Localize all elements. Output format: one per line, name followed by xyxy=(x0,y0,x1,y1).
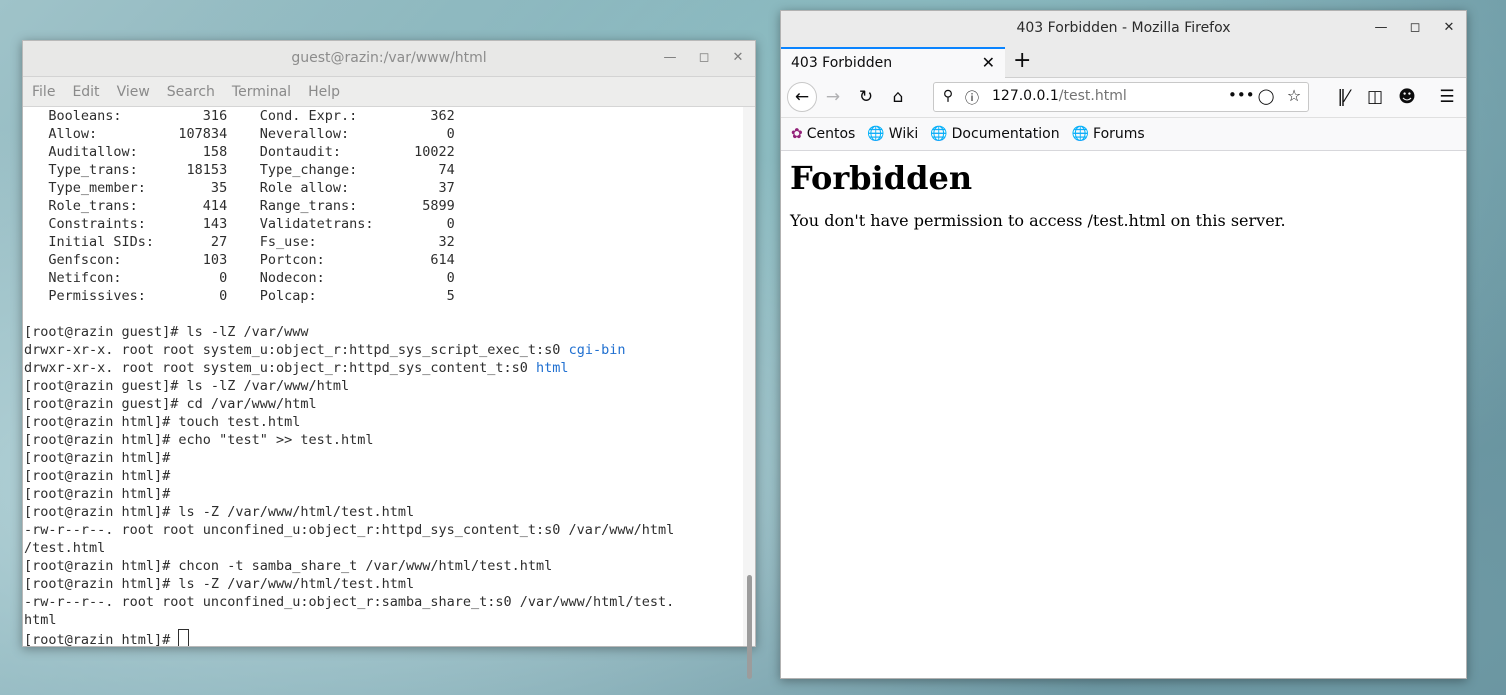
terminal-line: Type_member: 35 Role allow: 37 xyxy=(24,180,455,196)
firefox-title: 403 Forbidden - Mozilla Firefox xyxy=(1016,20,1231,36)
menu-hamburger-icon[interactable]: ☰ xyxy=(1437,87,1457,107)
globe-icon: 🌐 xyxy=(1071,126,1090,142)
terminal-line: Booleans: 316 Cond. Expr.: 362 xyxy=(24,108,455,124)
terminal-line: [root@razin html]# xyxy=(24,468,171,484)
terminal-title: guest@razin:/var/www/html xyxy=(291,50,487,66)
globe-icon: 🌐 xyxy=(867,126,885,142)
maximize-icon[interactable]: ◻ xyxy=(1406,19,1424,37)
minimize-icon[interactable]: — xyxy=(661,49,679,67)
back-arrow-icon[interactable]: ← xyxy=(787,82,817,112)
page-heading: Forbidden xyxy=(790,159,973,197)
forward-arrow-icon[interactable]: → xyxy=(823,87,843,107)
terminal-line: [root@razin html]# xyxy=(24,629,743,646)
menu-search[interactable]: Search xyxy=(167,84,215,100)
terminal-titlebar[interactable]: guest@razin:/var/www/html — ◻ ✕ xyxy=(23,41,755,77)
minimize-icon[interactable]: — xyxy=(1372,19,1390,37)
bookmark-forums[interactable]: 🌐 Forums xyxy=(1072,126,1145,142)
menu-file[interactable]: File xyxy=(32,84,55,100)
terminal-window[interactable]: guest@razin:/var/www/html — ◻ ✕ File Edi… xyxy=(22,40,756,679)
bookmark-label: Documentation xyxy=(951,126,1060,142)
firefox-window[interactable]: 403 Forbidden - Mozilla Firefox — ◻ ✕ 40… xyxy=(780,10,1467,679)
terminal-line: Auditallow: 158 Dontaudit: 10022 xyxy=(24,144,455,160)
terminal-output[interactable]: Booleans: 316 Cond. Expr.: 362 Allow: 10… xyxy=(23,107,743,646)
bookmark-label: Centos xyxy=(806,126,856,142)
bookmark-label: Forums xyxy=(1093,126,1145,142)
url-host: 127.0.0.1 xyxy=(992,88,1059,104)
terminal-line: drwxr-xr-x. root root system_u:object_r:… xyxy=(24,360,569,376)
bookmark-label: Wiki xyxy=(888,126,919,142)
terminal-line: [root@razin guest]# ls -lZ /var/www xyxy=(24,324,309,340)
maximize-icon[interactable]: ◻ xyxy=(695,49,713,67)
error-message: You don't have permission to access /tes… xyxy=(790,211,1286,230)
terminal-line: Netifcon: 0 Nodecon: 0 xyxy=(24,270,455,286)
site-info-icon[interactable]: ⓘ xyxy=(962,88,982,108)
centos-icon: ✿ xyxy=(791,126,803,142)
terminal-line: [root@razin html]# touch test.html xyxy=(24,414,301,430)
bookmark-star-icon[interactable]: ☆ xyxy=(1284,86,1304,105)
library-icon[interactable]: ‖⁄ xyxy=(1333,87,1353,107)
text-cursor xyxy=(178,629,190,646)
menu-terminal[interactable]: Terminal xyxy=(232,84,291,100)
page-content: Forbidden You don't have permission to a… xyxy=(781,151,1466,238)
terminal-line: Allow: 107834 Neverallow: 0 xyxy=(24,126,455,142)
globe-icon: 🌐 xyxy=(930,126,948,142)
terminal-line: /test.html xyxy=(24,540,106,556)
home-icon[interactable]: ⌂ xyxy=(888,87,908,107)
tab-close-icon[interactable]: ✕ xyxy=(982,53,995,72)
close-icon[interactable]: ✕ xyxy=(729,49,747,67)
terminal-menubar: File Edit View Search Terminal Help xyxy=(23,77,755,107)
terminal-scrollbar[interactable] xyxy=(743,107,755,679)
terminal-line: [root@razin guest]# ls -lZ /var/www/html xyxy=(24,378,350,394)
terminal-line: Genfscon: 103 Portcon: 614 xyxy=(24,252,455,268)
sidebar-icon[interactable]: ◫ xyxy=(1365,87,1385,107)
menu-edit[interactable]: Edit xyxy=(72,84,99,100)
firefox-titlebar[interactable]: 403 Forbidden - Mozilla Firefox — ◻ ✕ xyxy=(781,11,1466,47)
terminal-line: -rw-r--r--. root root unconfined_u:objec… xyxy=(24,594,675,610)
tab-strip: 403 Forbidden ✕ + xyxy=(781,47,1466,78)
close-icon[interactable]: ✕ xyxy=(1440,19,1458,37)
terminal-line: -rw-r--r--. root root unconfined_u:objec… xyxy=(24,522,675,538)
terminal-line: Permissives: 0 Polcap: 5 xyxy=(24,288,455,304)
terminal-line: [root@razin html]# echo "test" >> test.h… xyxy=(24,432,374,448)
terminal-line: [root@razin html]# ls -Z /var/www/html/t… xyxy=(24,576,415,592)
page-actions-icon[interactable]: ••• xyxy=(1228,86,1255,104)
terminal-line: Initial SIDs: 27 Fs_use: 32 xyxy=(24,234,455,250)
reload-icon[interactable]: ↻ xyxy=(856,87,876,107)
account-icon[interactable]: ☻ xyxy=(1397,87,1417,107)
pocket-icon[interactable]: ◯ xyxy=(1256,87,1276,105)
bookmark-centos[interactable]: ✿ Centos xyxy=(791,126,855,142)
menu-help[interactable]: Help xyxy=(308,84,340,100)
url-path: /test.html xyxy=(1058,88,1127,104)
terminal-line: drwxr-xr-x. root root system_u:object_r:… xyxy=(24,342,626,358)
terminal-line: html xyxy=(24,612,57,628)
terminal-line: [root@razin html]# xyxy=(24,450,171,466)
tab-403-forbidden[interactable]: 403 Forbidden ✕ xyxy=(781,47,1005,78)
terminal-line: Type_trans: 18153 Type_change: 74 xyxy=(24,162,455,178)
menu-view[interactable]: View xyxy=(117,84,150,100)
terminal-line: Role_trans: 414 Range_trans: 5899 xyxy=(24,198,455,214)
bookmarks-toolbar: ✿ Centos 🌐 Wiki 🌐 Documentation 🌐 Forums xyxy=(781,118,1466,151)
bookmark-documentation[interactable]: 🌐 Documentation xyxy=(930,126,1059,142)
new-tab-icon[interactable]: + xyxy=(1013,48,1031,73)
terminal-line: [root@razin html]# ls -Z /var/www/html/t… xyxy=(24,504,415,520)
tracking-shield-icon[interactable]: ⚲ xyxy=(938,88,958,104)
bookmark-wiki[interactable]: 🌐 Wiki xyxy=(867,126,918,142)
directory-name: html xyxy=(536,360,569,376)
directory-name: cgi-bin xyxy=(568,342,626,358)
url-text[interactable]: 127.0.0.1/test.html xyxy=(992,88,1127,104)
terminal-line: [root@razin guest]# cd /var/www/html xyxy=(24,396,317,412)
terminal-line: [root@razin html]# chcon -t samba_share_… xyxy=(24,558,553,574)
url-bar[interactable]: ⚲ ⓘ 127.0.0.1/test.html ••• ◯ ☆ xyxy=(933,82,1309,112)
tab-label: 403 Forbidden xyxy=(791,55,893,71)
scrollbar-thumb[interactable] xyxy=(747,575,752,679)
terminal-line: Constraints: 143 Validatetrans: 0 xyxy=(24,216,455,232)
terminal-line: [root@razin html]# xyxy=(24,486,171,502)
navigation-toolbar: ← → ↻ ⌂ ⚲ ⓘ 127.0.0.1/test.html ••• ◯ ☆ … xyxy=(781,78,1466,118)
